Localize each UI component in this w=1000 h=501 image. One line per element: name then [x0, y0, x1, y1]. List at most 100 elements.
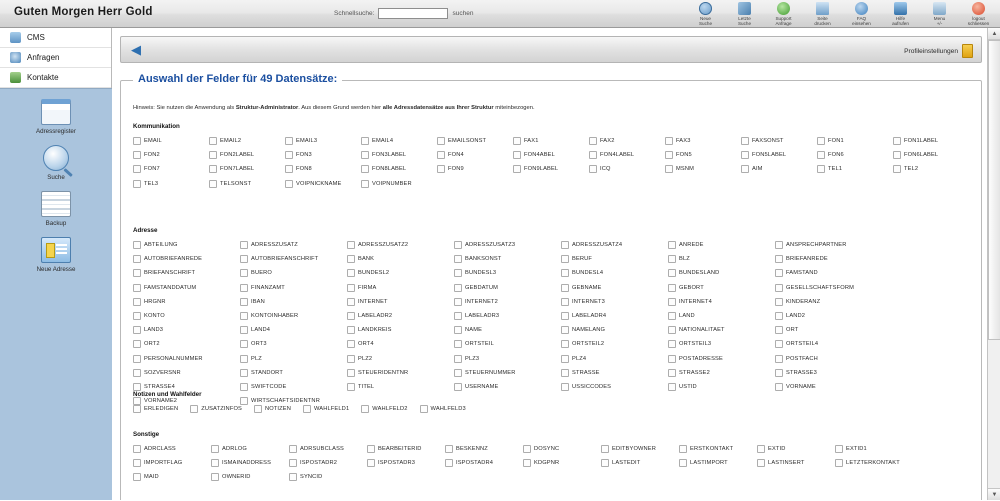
checkbox-ussiccodes[interactable]: USSICCODES — [561, 380, 668, 394]
checkbox-input[interactable] — [133, 269, 141, 277]
checkbox-email3[interactable]: EMAIL3 — [285, 134, 361, 148]
checkbox-input[interactable] — [513, 151, 521, 159]
checkbox-land[interactable]: LAND — [668, 309, 775, 323]
checkbox-input[interactable] — [254, 405, 262, 413]
checkbox-ortsteil4[interactable]: ORTSTEIL4 — [775, 337, 882, 351]
checkbox-adresszusatz[interactable]: ADRESSZUSATZ — [240, 238, 347, 252]
profile-settings-button[interactable]: Profileinstellungen — [904, 44, 973, 58]
scroll-down-arrow-icon[interactable]: ▼ — [988, 488, 1000, 500]
checkbox-input[interactable] — [133, 312, 141, 320]
checkbox-importflag[interactable]: IMPORTFLAG — [133, 456, 211, 470]
checkbox-voipnumber[interactable]: VOIPNUMBER — [361, 177, 437, 191]
checkbox-input[interactable] — [209, 180, 217, 188]
checkbox-fon4[interactable]: FON4 — [437, 148, 513, 162]
checkbox-input[interactable] — [209, 165, 217, 173]
checkbox-input[interactable] — [361, 137, 369, 145]
checkbox-kinderanz[interactable]: KINDERANZ — [775, 295, 882, 309]
checkbox-input[interactable] — [133, 369, 141, 377]
checkbox-wahlfeld1[interactable]: WAHLFELD1 — [303, 402, 349, 416]
checkbox-emailsonst[interactable]: EMAILSONST — [437, 134, 513, 148]
checkbox-input[interactable] — [211, 459, 219, 467]
checkbox-input[interactable] — [893, 165, 901, 173]
checkbox-labeladr4[interactable]: LABELADR4 — [561, 309, 668, 323]
checkbox-briefanschrift[interactable]: BRIEFANSCHRIFT — [133, 266, 240, 280]
checkbox-plz[interactable]: PLZ — [240, 352, 347, 366]
checkbox-input[interactable] — [601, 459, 609, 467]
checkbox-bank[interactable]: BANK — [347, 252, 454, 266]
sidebar-action-backup[interactable]: Backup — [0, 191, 112, 227]
search-input[interactable] — [378, 8, 448, 19]
checkbox-input[interactable] — [133, 298, 141, 306]
scroll-up-arrow-icon[interactable]: ▲ — [988, 28, 1000, 40]
checkbox-input[interactable] — [668, 241, 676, 249]
checkbox-standort[interactable]: STANDORT — [240, 366, 347, 380]
checkbox-bundesland[interactable]: BUNDESLAND — [668, 266, 775, 280]
checkbox-lastedit[interactable]: LASTEDIT — [601, 456, 679, 470]
checkbox-input[interactable] — [240, 298, 248, 306]
checkbox-input[interactable] — [347, 326, 355, 334]
checkbox-hrgnr[interactable]: HRGNR — [133, 295, 240, 309]
checkbox-ownerid[interactable]: OWNERID — [211, 470, 289, 484]
checkbox-fon4abel[interactable]: FON4ABEL — [513, 148, 589, 162]
checkbox-input[interactable] — [668, 326, 676, 334]
checkbox-input[interactable] — [285, 151, 293, 159]
checkbox-dosync[interactable]: DOSYNC — [523, 442, 601, 456]
checkbox-input[interactable] — [347, 340, 355, 348]
checkbox-lastimport[interactable]: LASTIMPORT — [679, 456, 757, 470]
checkbox-input[interactable] — [523, 459, 531, 467]
checkbox-erstkontakt[interactable]: ERSTKONTAKT — [679, 442, 757, 456]
checkbox-input[interactable] — [240, 340, 248, 348]
checkbox-fax1[interactable]: FAX1 — [513, 134, 589, 148]
checkbox-fax2[interactable]: FAX2 — [589, 134, 665, 148]
checkbox-bundesl3[interactable]: BUNDESL3 — [454, 266, 561, 280]
toolbar-magnifier[interactable]: Neue Suche — [686, 1, 725, 27]
checkbox-input[interactable] — [347, 284, 355, 292]
checkbox-input[interactable] — [668, 269, 676, 277]
checkbox-input[interactable] — [668, 298, 676, 306]
checkbox-ustid[interactable]: USTID — [668, 380, 775, 394]
checkbox-input[interactable] — [347, 298, 355, 306]
checkbox-input[interactable] — [454, 312, 462, 320]
checkbox-input[interactable] — [133, 326, 141, 334]
checkbox-finanzamt[interactable]: FINANZAMT — [240, 281, 347, 295]
checkbox-input[interactable] — [133, 355, 141, 363]
checkbox-input[interactable] — [561, 255, 569, 263]
checkbox-plz4[interactable]: PLZ4 — [561, 352, 668, 366]
checkbox-fon9label[interactable]: FON9LABEL — [513, 162, 589, 176]
checkbox-input[interactable] — [240, 326, 248, 334]
checkbox-konto[interactable]: KONTO — [133, 309, 240, 323]
checkbox-fon2label[interactable]: FON2LABEL — [209, 148, 285, 162]
checkbox-gesellschaftsform[interactable]: GESELLSCHAFTSFORM — [775, 281, 882, 295]
checkbox-input[interactable] — [361, 165, 369, 173]
sidebar-action-suche[interactable]: Suche — [0, 145, 112, 181]
checkbox-input[interactable] — [361, 151, 369, 159]
checkbox-icq[interactable]: ICQ — [589, 162, 665, 176]
sidebar-item-anfragen[interactable]: Anfragen — [0, 48, 111, 68]
checkbox-internet3[interactable]: INTERNET3 — [561, 295, 668, 309]
checkbox-blz[interactable]: BLZ — [668, 252, 775, 266]
checkbox-iban[interactable]: IBAN — [240, 295, 347, 309]
checkbox-input[interactable] — [285, 165, 293, 173]
checkbox-input[interactable] — [668, 355, 676, 363]
checkbox-nationalitaet[interactable]: NATIONALITAET — [668, 323, 775, 337]
checkbox-input[interactable] — [367, 459, 375, 467]
checkbox-input[interactable] — [775, 298, 783, 306]
checkbox-input[interactable] — [561, 369, 569, 377]
checkbox-input[interactable] — [347, 312, 355, 320]
sidebar-action-adressregister[interactable]: Adressregister — [0, 99, 112, 135]
checkbox-anrede[interactable]: ANREDE — [668, 238, 775, 252]
checkbox-input[interactable] — [133, 151, 141, 159]
checkbox-input[interactable] — [454, 269, 462, 277]
checkbox-beruf[interactable]: BERUF — [561, 252, 668, 266]
checkbox-input[interactable] — [240, 241, 248, 249]
checkbox-input[interactable] — [437, 165, 445, 173]
checkbox-fon5label[interactable]: FON5LABEL — [741, 148, 817, 162]
checkbox-input[interactable] — [289, 445, 297, 453]
checkbox-input[interactable] — [445, 445, 453, 453]
checkbox-ispostadr4[interactable]: ISPOSTADR4 — [445, 456, 523, 470]
checkbox-ortsteil2[interactable]: ORTSTEIL2 — [561, 337, 668, 351]
checkbox-ispostadr2[interactable]: ISPOSTADR2 — [289, 456, 367, 470]
checkbox-labeladr2[interactable]: LABELADR2 — [347, 309, 454, 323]
checkbox-strasse3[interactable]: STRASSE3 — [775, 366, 882, 380]
checkbox-steuernummer[interactable]: STEUERNUMMER — [454, 366, 561, 380]
